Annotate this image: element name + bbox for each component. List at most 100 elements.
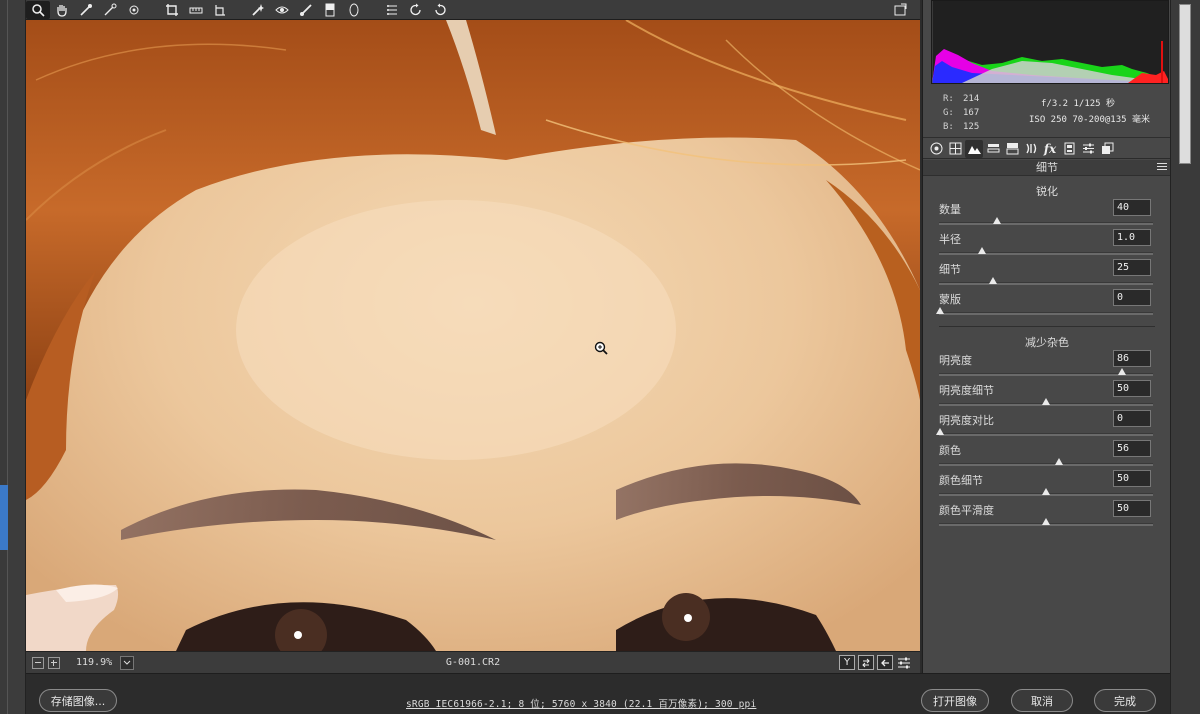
crop-tool-icon[interactable] xyxy=(160,1,184,19)
rotate-cw-icon[interactable] xyxy=(428,1,452,19)
slider-value-field[interactable]: 40 xyxy=(1113,199,1151,216)
slider-track[interactable] xyxy=(939,433,1153,436)
slider-label: 颜色 xyxy=(939,444,961,457)
straighten-tool-icon[interactable] xyxy=(184,1,208,19)
workflow-options-link[interactable]: sRGB IEC61966-2.1; 8 位; 5760 x 3840 (22.… xyxy=(406,696,756,710)
panel-menu-icon[interactable] xyxy=(1157,163,1167,172)
slider-track[interactable] xyxy=(939,222,1153,225)
slider-thumb[interactable] xyxy=(1042,398,1050,405)
slider-label: 明亮度细节 xyxy=(939,384,994,397)
zoom-tool-icon[interactable] xyxy=(26,0,50,19)
slider-thumb[interactable] xyxy=(978,247,986,254)
transform-tool-icon[interactable] xyxy=(208,1,232,19)
histogram xyxy=(931,0,1169,84)
targeted-adjustment-tool-icon[interactable] xyxy=(122,1,146,19)
slider-value-field[interactable]: 0 xyxy=(1113,289,1151,306)
preferences-icon[interactable] xyxy=(380,1,404,19)
slider-radius: 半径 1.0 xyxy=(939,229,1155,259)
arrow-left-icon xyxy=(881,659,889,666)
tab-effects[interactable]: fx xyxy=(1041,140,1059,158)
graduated-filter-icon[interactable] xyxy=(318,1,342,19)
slider-track[interactable] xyxy=(939,312,1153,315)
tab-lens-corrections[interactable] xyxy=(1022,140,1040,158)
fullscreen-toggle-icon[interactable] xyxy=(888,1,912,19)
toggle-settings-button[interactable] xyxy=(896,655,912,670)
red-eye-tool-icon[interactable] xyxy=(270,1,294,19)
slider-track[interactable] xyxy=(939,463,1153,466)
cancel-button[interactable]: 取消 xyxy=(1011,689,1073,712)
slider-track[interactable] xyxy=(939,252,1153,255)
tab-split-toning[interactable] xyxy=(1003,140,1021,158)
slider-value-field[interactable]: 50 xyxy=(1113,470,1151,487)
left-window-edge xyxy=(0,0,8,714)
left-frame xyxy=(8,0,26,714)
before-after-y-button[interactable]: Y xyxy=(839,655,855,670)
slider-thumb[interactable] xyxy=(936,307,944,314)
camera-info: f/3.2 1/125 秒 ISO 250 70-200@135 毫米 xyxy=(1029,96,1150,128)
preview-status-bar: 119.9% G-001.CR2 Y xyxy=(26,651,920,673)
slider-color-detail: 颜色细节 50 xyxy=(939,470,1155,500)
white-balance-tool-icon[interactable] xyxy=(74,1,98,19)
save-image-button[interactable]: 存储图像... xyxy=(39,689,117,712)
slider-luminance-detail: 明亮度细节 50 xyxy=(939,380,1155,410)
mountains-icon xyxy=(967,146,981,154)
rgb-readout: R: 214 G: 167 B: 125 xyxy=(943,92,979,134)
tab-camera-calibration[interactable] xyxy=(1060,140,1078,158)
slider-thumb[interactable] xyxy=(1118,368,1126,375)
slider-value-field[interactable]: 25 xyxy=(1113,259,1151,276)
tab-tone-curve[interactable] xyxy=(946,140,964,158)
slider-value-field[interactable]: 56 xyxy=(1113,440,1151,457)
lens-icon xyxy=(1025,143,1036,154)
adjustment-brush-icon[interactable] xyxy=(294,1,318,19)
slider-label: 数量 xyxy=(939,203,961,216)
tab-snapshots[interactable] xyxy=(1098,140,1116,158)
image-preview[interactable] xyxy=(26,20,920,651)
b-label: B: xyxy=(943,122,954,132)
split-toning-icon xyxy=(1006,143,1018,155)
panel-tabs: fx xyxy=(923,139,1171,159)
aperture-icon xyxy=(930,142,942,155)
hand-tool-icon[interactable] xyxy=(50,1,74,19)
open-image-button[interactable]: 打开图像 xyxy=(921,689,989,712)
slider-label: 颜色平滑度 xyxy=(939,504,994,517)
fx-icon: fx xyxy=(1043,141,1057,156)
rotate-ccw-icon[interactable] xyxy=(404,1,428,19)
slider-thumb[interactable] xyxy=(936,428,944,435)
slider-track[interactable] xyxy=(939,282,1153,285)
slider-masking: 蒙版 0 xyxy=(936,289,1155,319)
copy-settings-button[interactable] xyxy=(877,655,893,670)
slider-value-field[interactable]: 1.0 xyxy=(1113,229,1151,246)
slider-value-field[interactable]: 50 xyxy=(1113,500,1151,517)
done-button[interactable]: 完成 xyxy=(1094,689,1156,712)
right-window-edge xyxy=(1170,0,1200,714)
slider-thumb[interactable] xyxy=(1055,458,1063,465)
zoom-in-button[interactable] xyxy=(48,656,60,669)
slider-detail: 细节 25 xyxy=(939,259,1155,289)
slider-value-field[interactable]: 0 xyxy=(1113,410,1151,427)
slider-luminance: 明亮度 86 xyxy=(939,350,1155,380)
slider-thumb[interactable] xyxy=(993,217,1001,224)
noise-reduction-section-title: 减少杂色 xyxy=(1025,336,1069,349)
tab-detail[interactable] xyxy=(965,139,983,158)
exposure-info: f/3.2 1/125 秒 xyxy=(1041,99,1116,109)
calibration-icon xyxy=(1064,142,1074,155)
radial-filter-icon[interactable] xyxy=(342,1,366,19)
slider-thumb[interactable] xyxy=(989,277,997,284)
spot-removal-tool-icon[interactable] xyxy=(246,1,270,19)
slider-thumb[interactable] xyxy=(1042,518,1050,525)
tab-hsl[interactable] xyxy=(984,140,1002,158)
scrollbar-thumb[interactable] xyxy=(1179,4,1191,164)
swap-before-after-button[interactable] xyxy=(858,655,874,670)
color-sampler-tool-icon[interactable] xyxy=(98,1,122,19)
slider-thumb[interactable] xyxy=(1042,488,1050,495)
zoom-dropdown[interactable] xyxy=(120,655,135,670)
slider-value-field[interactable]: 50 xyxy=(1113,380,1151,397)
tab-presets[interactable] xyxy=(1079,140,1097,158)
bottom-bar: 存储图像... sRGB IEC61966-2.1; 8 位; 5760 x 3… xyxy=(26,673,1170,714)
tab-basic[interactable] xyxy=(927,140,945,158)
slider-value-field[interactable]: 86 xyxy=(1113,350,1151,367)
panel-title-bar: 细节 xyxy=(923,160,1171,176)
zoom-out-button[interactable] xyxy=(32,656,44,669)
chevron-down-icon xyxy=(123,660,131,665)
panel-title: 细节 xyxy=(1036,161,1058,174)
